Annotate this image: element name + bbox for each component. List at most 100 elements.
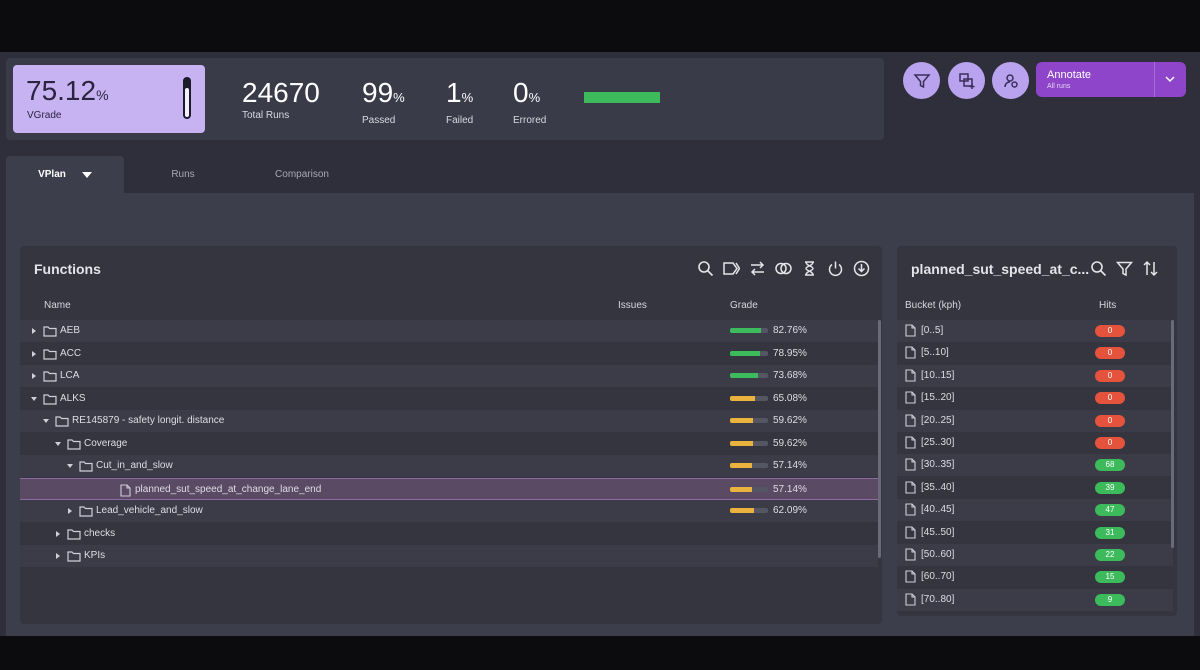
grade-value: 59.62%	[773, 415, 807, 426]
grade-bar	[730, 328, 768, 333]
tree-row[interactable]: AEB 82.76%	[20, 320, 878, 342]
file-icon	[905, 593, 916, 606]
bucket-row[interactable]: [15..20] 0	[897, 387, 1173, 409]
annotate-button[interactable]: Annotate All runs	[1036, 62, 1186, 97]
tree-row-file[interactable]: planned_sut_speed_at_change_lane_end 57.1…	[20, 477, 878, 500]
add-chart-button[interactable]	[948, 62, 985, 99]
bucket-row[interactable]: [0..5] 0	[897, 320, 1173, 342]
swap-icon[interactable]	[749, 260, 766, 277]
expand-caret-icon[interactable]	[30, 395, 38, 403]
column-header-hits[interactable]: Hits	[1099, 300, 1116, 311]
tree-row[interactable]: Cut_in_and_slow 57.14%	[20, 455, 878, 477]
bucket-row[interactable]: [50..60] 22	[897, 544, 1173, 566]
tag-icon[interactable]	[723, 260, 740, 277]
search-icon[interactable]	[697, 260, 714, 277]
tab-vplan-label: VPlan	[38, 169, 66, 180]
tree-row[interactable]: ALKS 65.08%	[20, 388, 878, 410]
tree-row[interactable]: RE145879 - safety longit. distance 59.62%	[20, 410, 878, 432]
buckets-scrollbar[interactable]	[1171, 320, 1174, 548]
collapse-caret-icon[interactable]	[30, 372, 38, 380]
tab-runs-label: Runs	[171, 169, 195, 180]
expand-caret-icon[interactable]	[54, 440, 62, 448]
expand-caret-icon[interactable]	[42, 417, 50, 425]
grade-bar-fill	[730, 350, 760, 356]
failed-label: Failed	[446, 115, 474, 126]
bucket-row[interactable]: [45..50] 31	[897, 522, 1173, 544]
passed-label: Passed	[362, 115, 396, 126]
grade-bar-fill	[730, 395, 755, 401]
annotate-divider	[1154, 62, 1155, 97]
vgrade-card[interactable]: 75.12% VGrade	[13, 65, 205, 133]
collapse-caret-icon[interactable]	[54, 530, 62, 538]
file-icon	[905, 503, 916, 516]
sort-icon[interactable]	[1142, 260, 1159, 277]
column-header-grade[interactable]: Grade	[730, 300, 758, 311]
folder-icon	[43, 326, 57, 337]
grade-bar	[730, 418, 768, 423]
tree-row-label: LCA	[60, 370, 80, 381]
grade-bar-fill	[730, 486, 752, 492]
tree-row[interactable]: Coverage 59.62%	[20, 433, 878, 455]
bucket-row[interactable]: [60..70] 15	[897, 566, 1173, 588]
bucket-row[interactable]: [20..25] 0	[897, 409, 1173, 432]
caret-down-icon[interactable]	[81, 171, 92, 178]
file-icon	[905, 414, 916, 427]
user-settings-button[interactable]	[992, 62, 1029, 99]
folder-icon	[67, 551, 81, 562]
search-icon[interactable]	[1090, 260, 1107, 277]
bucket-row[interactable]: [25..30] 0	[897, 432, 1173, 454]
bucket-label: [20..25]	[921, 414, 955, 426]
bucket-row[interactable]: [70..80] 9	[897, 588, 1173, 611]
chevron-down-icon[interactable]	[1162, 71, 1178, 87]
tab-runs[interactable]: Runs	[136, 156, 230, 193]
expand-caret-icon[interactable]	[66, 462, 74, 470]
errored-value: 0%	[513, 77, 541, 108]
bucket-row[interactable]: [10..15] 0	[897, 364, 1173, 387]
download-icon[interactable]	[853, 260, 870, 277]
file-icon	[905, 548, 916, 561]
bucket-row[interactable]: [30..35] 68	[897, 454, 1173, 477]
stats-card: 75.12% VGrade 24670 Total Runs 99% Passe…	[6, 58, 884, 140]
collapse-caret-icon[interactable]	[54, 552, 62, 560]
bucket-label: [40..45]	[921, 504, 955, 516]
tree-row[interactable]: Lead_vehicle_and_slow 62.09%	[20, 500, 878, 522]
tree-row[interactable]: ACC 78.95%	[20, 343, 878, 365]
grade-bar-fill	[730, 328, 762, 333]
column-header-name[interactable]: Name	[44, 300, 71, 311]
column-header-bucket[interactable]: Bucket (kph)	[905, 300, 961, 311]
filter-icon[interactable]	[1116, 260, 1133, 277]
tree-row[interactable]: LCA 73.68%	[20, 365, 878, 387]
overlap-icon[interactable]	[775, 260, 792, 277]
functions-scrollbar[interactable]	[878, 320, 881, 558]
file-icon	[905, 391, 916, 404]
tree-row-label: planned_sut_speed_at_change_lane_end	[135, 483, 322, 495]
grade-value: 78.95%	[773, 347, 807, 359]
grade-value: 82.76%	[773, 325, 807, 336]
folder-icon	[67, 528, 81, 540]
column-header-issues[interactable]: Issues	[618, 300, 647, 311]
collapse-caret-icon[interactable]	[66, 507, 74, 515]
file-icon	[905, 324, 916, 337]
tab-vplan[interactable]: VPlan	[6, 156, 124, 193]
tree-row-label: ACC	[60, 347, 82, 359]
tab-comparison[interactable]: Comparison	[246, 156, 358, 193]
folder-icon	[79, 506, 93, 517]
hits-badge: 0	[1095, 392, 1125, 405]
collapse-caret-icon[interactable]	[30, 327, 38, 335]
hits-badge: 0	[1095, 437, 1125, 449]
power-icon[interactable]	[827, 260, 844, 277]
functions-title: Functions	[34, 261, 101, 277]
tree-row[interactable]: KPIs	[20, 545, 878, 567]
bucket-row[interactable]: [40..45] 47	[897, 499, 1173, 522]
grade-bar	[730, 508, 768, 513]
hits-badge: 0	[1095, 414, 1125, 427]
collapse-caret-icon[interactable]	[30, 350, 38, 358]
bucket-row[interactable]: [5..10] 0	[897, 342, 1173, 364]
folder-icon	[43, 348, 57, 360]
tree-row[interactable]: checks	[20, 523, 878, 545]
grade-bar	[730, 463, 768, 468]
add-chart-icon	[958, 72, 974, 89]
hourglass-icon[interactable]	[801, 260, 818, 277]
filter-button[interactable]	[903, 62, 940, 99]
bucket-row[interactable]: [35..40] 39	[897, 477, 1173, 499]
